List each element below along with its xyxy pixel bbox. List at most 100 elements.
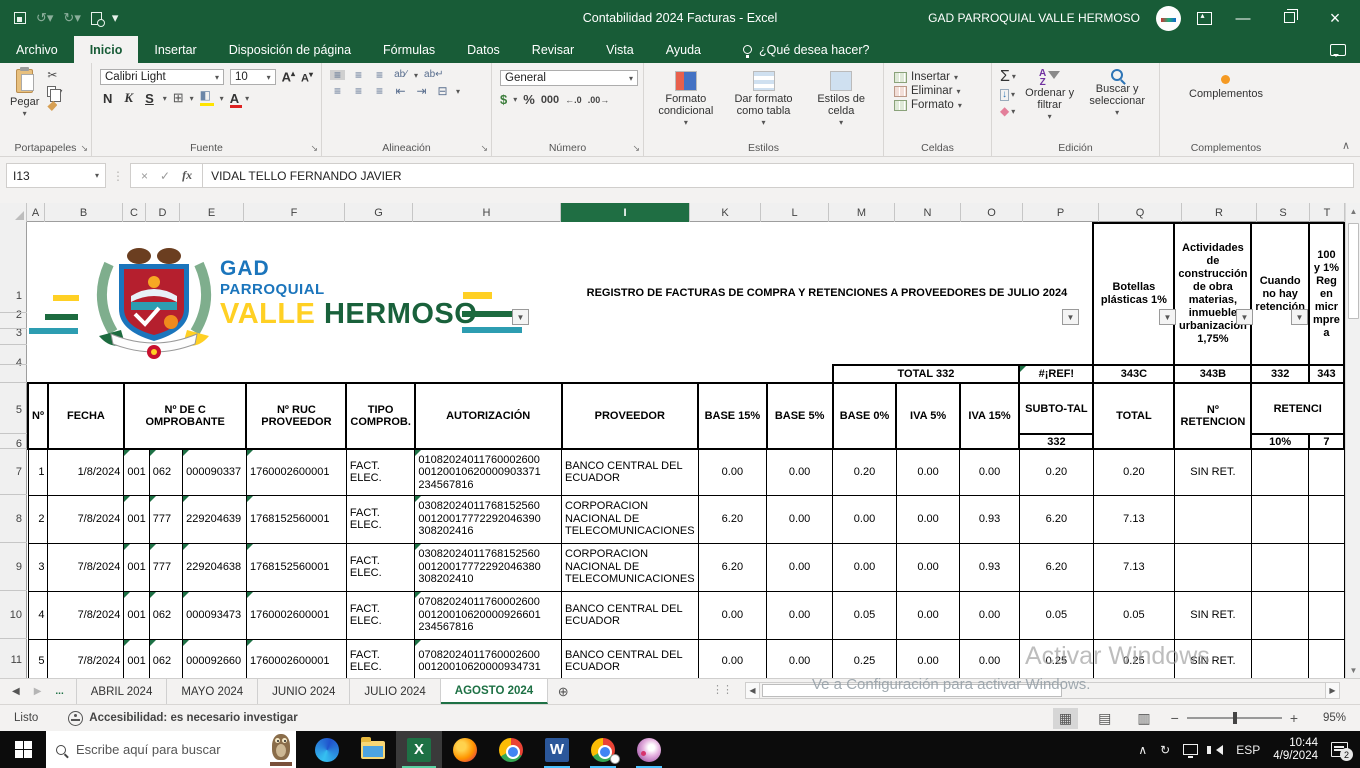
taskbar-paint-icon[interactable]: [626, 731, 672, 768]
data-row-5-tipo[interactable]: FACT. ELEC.: [345, 638, 416, 678]
format-painter-button[interactable]: [47, 101, 62, 111]
account-name[interactable]: GAD PARROQUIAL VALLE HERMOSO: [928, 11, 1140, 25]
data-row-5-total[interactable]: 0.25: [1092, 638, 1175, 678]
data-row-1-aut[interactable]: 01082024011760002600 0012001062000090337…: [414, 448, 562, 496]
data-row-4-iva5[interactable]: 0.00: [895, 590, 961, 640]
cell-styles-button[interactable]: Estilos de celda ▾: [803, 71, 879, 129]
paste-button[interactable]: Pegar ▾: [4, 67, 45, 122]
restore-button[interactable]: [1274, 8, 1304, 27]
currency-format-icon[interactable]: $: [500, 92, 507, 107]
data-row-4-prov[interactable]: BANCO CENTRAL DEL ECUADOR: [561, 590, 699, 640]
new-sheet-icon[interactable]: ⊕: [548, 679, 578, 704]
data-row-5-aut[interactable]: 07082024011760002600 0012001062000093473…: [414, 638, 562, 678]
data-row-2-e[interactable]: 229204639: [182, 494, 247, 544]
select-all-corner[interactable]: [0, 203, 27, 222]
report-title-cell[interactable]: REGISTRO DE FACTURAS DE COMPRA Y RETENCI…: [562, 223, 1094, 365]
row-header-9[interactable]: 9: [16, 561, 22, 573]
data-row-1-sub[interactable]: 0.20: [1018, 448, 1094, 496]
account-avatar[interactable]: [1156, 5, 1181, 31]
increase-indent-icon[interactable]: ⇥: [414, 85, 429, 97]
clipboard-dialog-launcher-icon[interactable]: ↘: [80, 143, 88, 154]
sheet-tab-agosto-2024[interactable]: AGOSTO 2024: [440, 679, 549, 704]
normal-view-icon[interactable]: ▦: [1052, 707, 1079, 729]
scroll-right-icon[interactable]: ▶: [1325, 682, 1340, 699]
tell-me-search[interactable]: ¿Qué desea hacer?: [742, 36, 869, 63]
horizontal-scrollbar[interactable]: ◀ ▶: [745, 682, 1340, 699]
data-row-2-base15[interactable]: 6.20: [697, 494, 768, 544]
number-dialog-launcher-icon[interactable]: ↘: [632, 143, 640, 154]
cell-343b[interactable]: 343B: [1173, 364, 1253, 384]
data-row-5-t[interactable]: [1308, 638, 1345, 678]
header-iva15[interactable]: IVA 15%: [958, 382, 1021, 450]
column-header-C[interactable]: C: [123, 203, 146, 222]
tab-splitter-handle[interactable]: ⋮⋮: [712, 683, 733, 696]
font-dialog-launcher-icon[interactable]: ↘: [310, 143, 318, 154]
data-row-5-prov[interactable]: BANCO CENTRAL DEL ECUADOR: [561, 638, 699, 678]
data-row-1-s[interactable]: [1250, 448, 1310, 496]
data-row-3-tipo[interactable]: FACT. ELEC.: [345, 542, 416, 592]
column-header-K[interactable]: K: [690, 203, 761, 222]
header-nretencion[interactable]: Nº RETENCION: [1173, 382, 1253, 450]
scroll-down-icon[interactable]: ▼: [1346, 662, 1360, 678]
sheet-overflow-button[interactable]: ...: [55, 686, 63, 697]
row-header-8[interactable]: 8: [16, 513, 22, 525]
header-proveedor[interactable]: PROVEEDOR: [560, 382, 700, 450]
data-row-4-base15[interactable]: 0.00: [697, 590, 768, 640]
data-row-3-n[interactable]: 3: [27, 542, 49, 592]
data-row-2-d[interactable]: 777: [148, 494, 184, 544]
data-row-5-fecha[interactable]: 7/8/2024: [47, 638, 125, 678]
column-header-F[interactable]: F: [244, 203, 345, 222]
data-row-1-e[interactable]: 000090337: [182, 448, 247, 496]
row-header-2[interactable]: 2: [16, 309, 22, 321]
data-row-3-sub[interactable]: 6.20: [1018, 542, 1094, 592]
data-row-3-nret[interactable]: [1173, 542, 1252, 592]
data-row-3-t[interactable]: [1308, 542, 1345, 592]
italic-button[interactable]: K: [121, 90, 136, 106]
data-row-1-base0[interactable]: 0.20: [832, 448, 897, 496]
tray-language[interactable]: ESP: [1236, 743, 1260, 757]
align-bottom-icon[interactable]: ≡: [372, 69, 387, 81]
zoom-in-icon[interactable]: +: [1290, 710, 1298, 726]
page-break-view-icon[interactable]: ▥: [1131, 708, 1156, 729]
filter-dropdown-icon[interactable]: ▼: [512, 309, 529, 325]
header-n[interactable]: Nº: [27, 382, 49, 450]
filter-dropdown-icon[interactable]: ▼: [1291, 309, 1308, 325]
data-row-4-n[interactable]: 4: [27, 590, 49, 640]
data-row-2-base5[interactable]: 0.00: [766, 494, 834, 544]
data-row-3-d[interactable]: 777: [148, 542, 184, 592]
data-row-2-aut[interactable]: 03082024011768152560 0012001777229204639…: [414, 494, 562, 544]
row-header-5[interactable]: 5: [16, 404, 22, 416]
taskbar-word-icon[interactable]: W: [534, 731, 580, 768]
data-row-3-fecha[interactable]: 7/8/2024: [47, 542, 125, 592]
data-row-1-nret[interactable]: SIN RET.: [1173, 448, 1252, 496]
data-row-2-fecha[interactable]: 7/8/2024: [47, 494, 125, 544]
menu-tab-ayuda[interactable]: Ayuda: [650, 36, 717, 63]
accessibility-status[interactable]: Accesibilidad: es necesario investigar: [68, 710, 298, 726]
cell[interactable]: [698, 365, 767, 383]
tray-network-icon[interactable]: [1183, 744, 1199, 758]
font-name-select[interactable]: Calibri Light ▾: [100, 69, 224, 85]
delete-cells-button[interactable]: Eliminar ▾: [894, 85, 981, 97]
data-row-5-base0[interactable]: 0.25: [832, 638, 897, 678]
decrease-indent-icon[interactable]: ⇤: [393, 85, 408, 97]
column-header-A[interactable]: A: [27, 203, 45, 222]
header-fecha[interactable]: FECHA: [46, 382, 125, 450]
data-row-4-c[interactable]: 001: [123, 590, 150, 640]
taskbar-chrome-shortcut-icon[interactable]: [580, 731, 626, 768]
formula-input[interactable]: VIDAL TELLO FERNANDO JAVIER: [203, 163, 1354, 188]
column-header-E[interactable]: E: [180, 203, 244, 222]
scroll-up-icon[interactable]: ▲: [1346, 203, 1360, 219]
addins-button[interactable]: Complementos: [1183, 67, 1269, 102]
align-middle-icon[interactable]: ≡: [351, 69, 366, 81]
print-preview-icon[interactable]: [90, 11, 105, 27]
data-row-4-aut[interactable]: 07082024011760002600 0012001062000092660…: [414, 590, 562, 640]
column-header-R[interactable]: R: [1182, 203, 1257, 222]
ref-error-cell[interactable]: #¡REF!: [1018, 364, 1095, 384]
start-button[interactable]: [0, 731, 46, 768]
sheet-tab-junio-2024[interactable]: JUNIO 2024: [258, 679, 351, 704]
column-header-M[interactable]: M: [829, 203, 895, 222]
cell-343c[interactable]: 343C: [1092, 364, 1176, 384]
header-base15[interactable]: BASE 15%: [697, 382, 768, 450]
data-row-1-t[interactable]: [1308, 448, 1345, 496]
cell[interactable]: [767, 365, 833, 383]
